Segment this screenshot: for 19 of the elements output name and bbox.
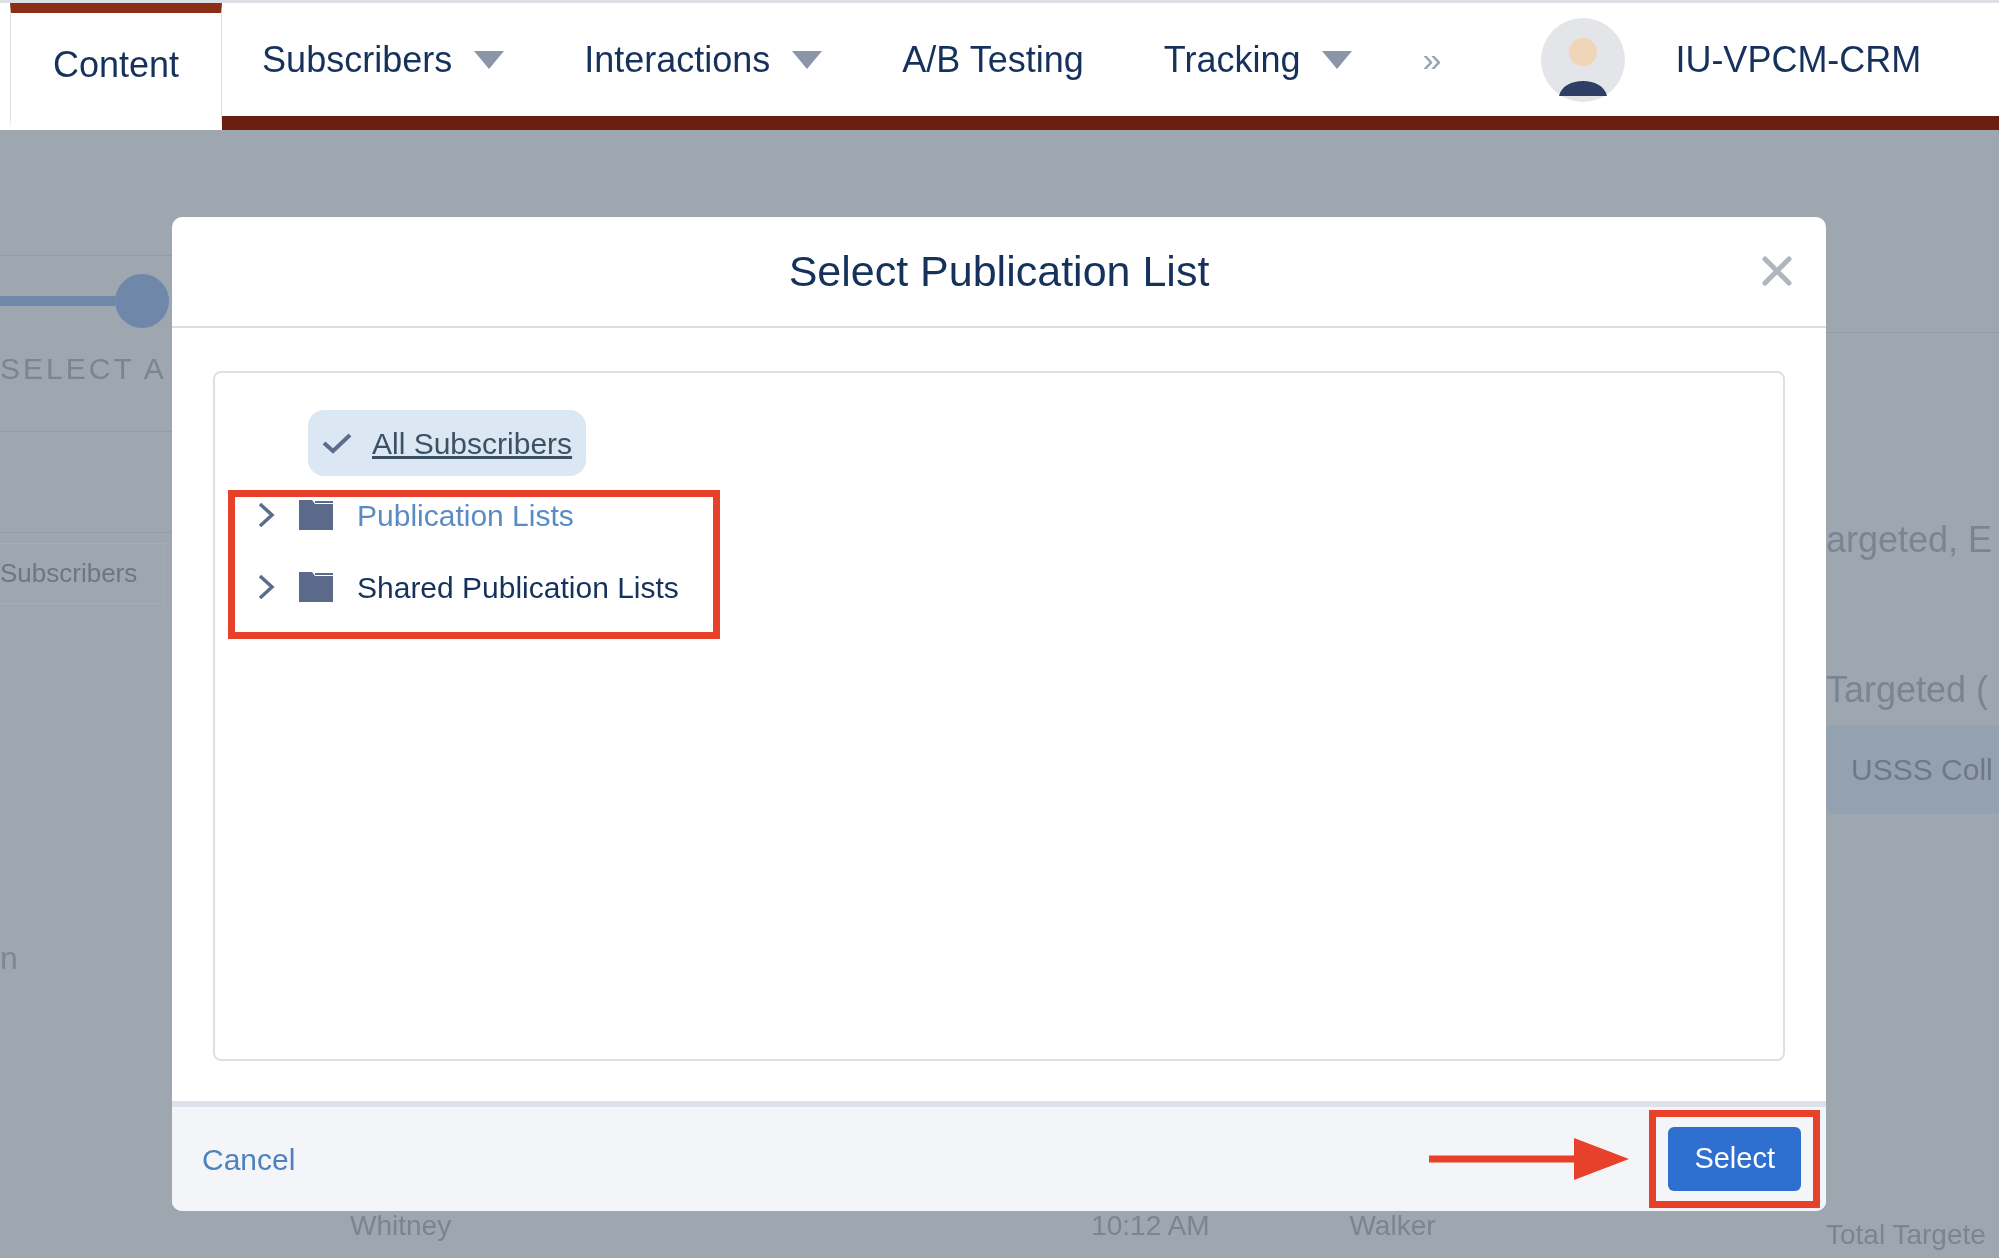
- nav-tab[interactable]: Interactions: [544, 3, 863, 130]
- cancel-button[interactable]: Cancel: [202, 1136, 296, 1182]
- close-icon: [1762, 256, 1792, 286]
- nav-tab[interactable]: A/B Testing: [862, 3, 1124, 130]
- account-name[interactable]: IU-VPCM-CRM: [1625, 32, 1922, 87]
- tree-folder[interactable]: Publication Lists: [229, 492, 574, 538]
- nav-tab[interactable]: Tracking: [1123, 3, 1393, 130]
- folder-icon: [297, 570, 335, 604]
- tree-folder[interactable]: Shared Publication Lists: [229, 564, 679, 610]
- folder-icon: [297, 498, 335, 532]
- chevron-right-icon: [257, 501, 275, 529]
- check-icon: [322, 432, 352, 454]
- nav-tab[interactable]: Content: [10, 3, 223, 130]
- select-button[interactable]: Select: [1668, 1127, 1801, 1191]
- chevron-right-icon: [257, 573, 275, 601]
- tree-item[interactable]: All Subscribers: [308, 410, 587, 476]
- dialog-title: Select Publication List: [788, 246, 1210, 298]
- avatar-icon: [1541, 17, 1626, 102]
- nav-tab[interactable]: Subscribers: [222, 3, 545, 130]
